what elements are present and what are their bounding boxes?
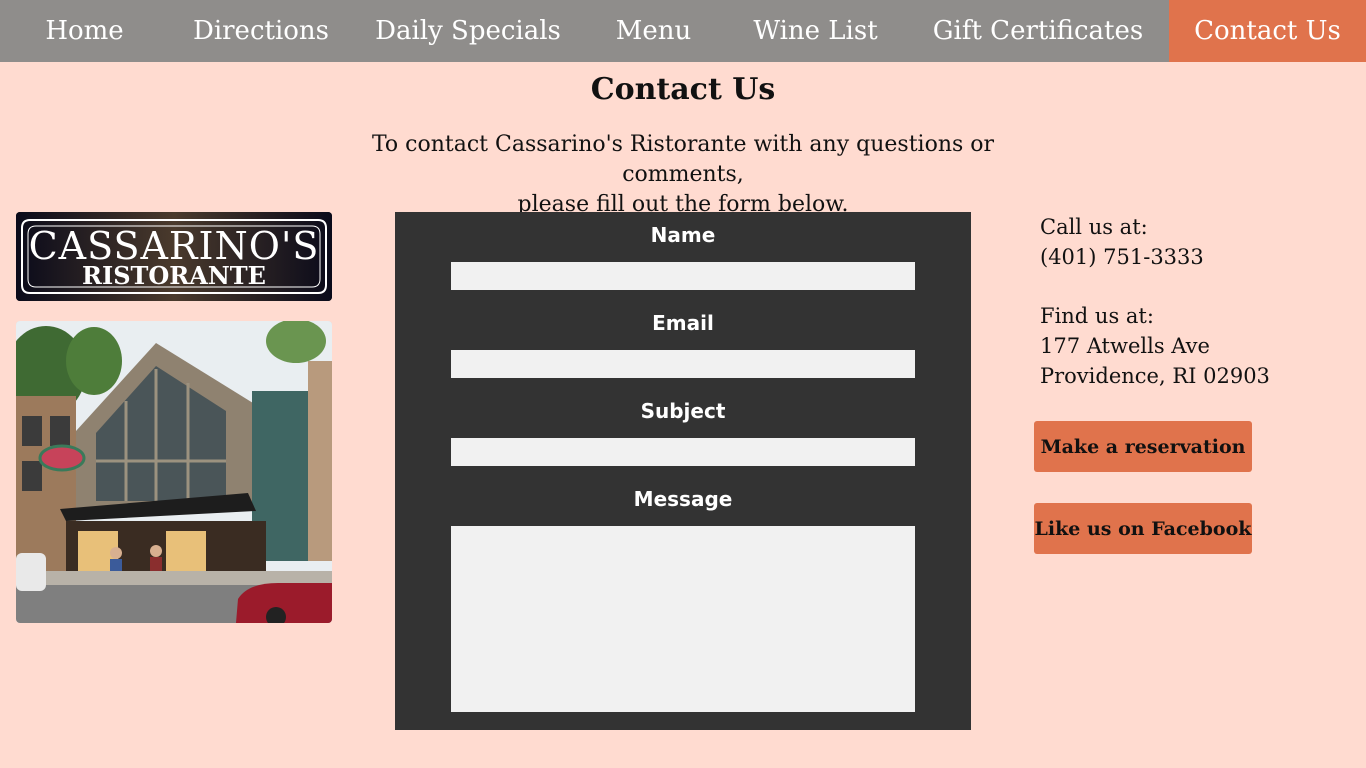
facebook-like-button[interactable]: Like us on Facebook (1034, 503, 1252, 554)
message-label: Message (633, 487, 733, 511)
find-label: Find us at: (1040, 304, 1154, 328)
storefront-illustration (16, 321, 332, 623)
nav-item-contact-us[interactable]: Contact Us (1169, 0, 1366, 62)
contact-info: Call us at: (401) 751-3333 Find us at: 1… (1040, 212, 1340, 391)
nav-item-gift-certificates[interactable]: Gift Certificates (907, 0, 1169, 62)
restaurant-logo: CASSARINO'S RISTORANTE (16, 212, 332, 301)
name-field[interactable] (451, 262, 915, 290)
page-title: Contact Us (590, 72, 776, 107)
nav-item-wine-list[interactable]: Wine List (724, 0, 907, 62)
logo-text-line2: RISTORANTE (82, 261, 266, 290)
intro-text: To contact Cassarino's Ristorante with a… (333, 130, 1033, 220)
restaurant-storefront-photo (16, 321, 332, 623)
contact-form: Name Email Subject Message (395, 212, 971, 730)
name-label: Name (650, 223, 716, 247)
intro-line-1: To contact Cassarino's Ristorante with a… (371, 132, 995, 187)
nav-item-daily-specials[interactable]: Daily Specials (353, 0, 583, 62)
main-nav: Home Directions Daily Specials Menu Wine… (0, 0, 1366, 62)
nav-item-home[interactable]: Home (0, 0, 169, 62)
address-line-2: Providence, RI 02903 (1040, 364, 1270, 388)
phone-number[interactable]: (401) 751-3333 (1040, 242, 1340, 272)
nav-item-directions[interactable]: Directions (169, 0, 353, 62)
call-label: Call us at: (1040, 215, 1148, 239)
logo-graphic: CASSARINO'S RISTORANTE (16, 212, 332, 301)
nav-item-menu[interactable]: Menu (583, 0, 724, 62)
address-line-1: 177 Atwells Ave (1040, 334, 1210, 358)
email-field[interactable] (451, 350, 915, 378)
subject-field[interactable] (451, 438, 915, 466)
make-reservation-button[interactable]: Make a reservation (1034, 421, 1252, 472)
message-field[interactable] (451, 526, 915, 712)
subject-label: Subject (640, 399, 726, 423)
email-label: Email (652, 311, 714, 335)
